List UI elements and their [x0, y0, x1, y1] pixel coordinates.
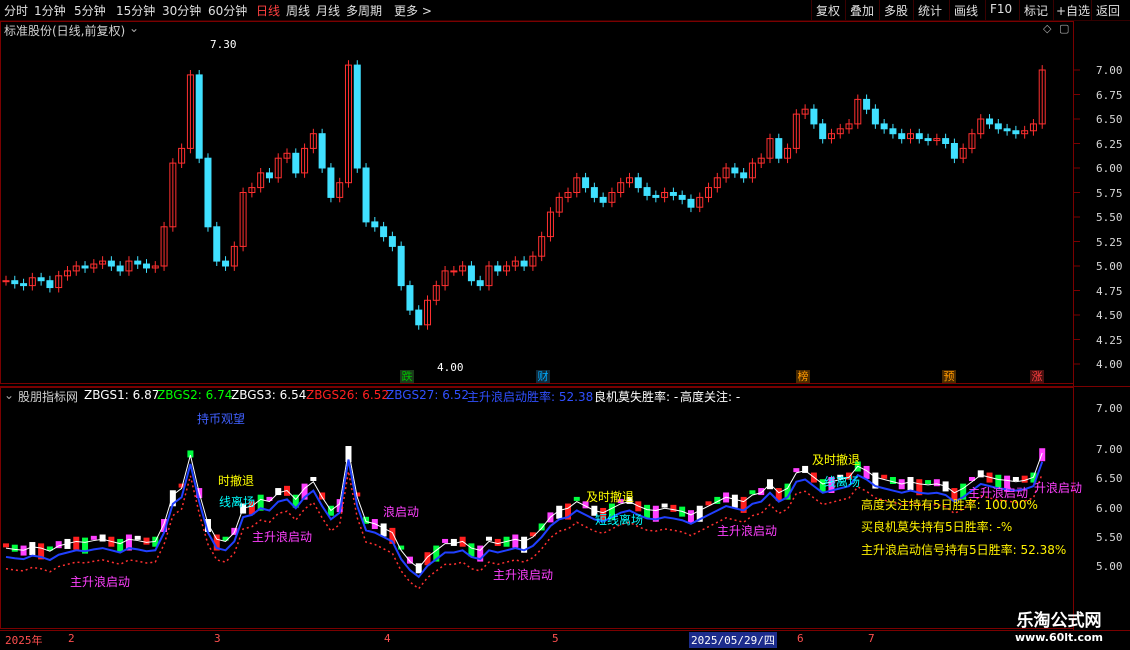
watermark-url: www.60lt.com [1014, 631, 1104, 644]
time-label: 7 [868, 632, 875, 645]
indicator-tick: 7.00 [1096, 443, 1123, 456]
ind-field-chance: 良机莫失胜率: - [594, 390, 679, 404]
indicator-name[interactable]: 股朋指标网 [18, 388, 78, 405]
indicator-tick: 6.50 [1096, 472, 1123, 485]
indicator-tick: 6.00 [1096, 502, 1123, 515]
time-label: 3 [214, 632, 221, 645]
event-marker-drop[interactable]: 跌 [400, 370, 414, 383]
stat-focus-winrate: 高度关注持有5日胜率: 100.00% [861, 498, 1038, 512]
price-tick: 5.25 [1096, 236, 1123, 249]
indicator-tick: 7.00 [1096, 402, 1123, 415]
ind-field-zbgs26: ZBGS26: 6.52 [306, 388, 390, 402]
price-tick: 5.75 [1096, 187, 1123, 200]
watermark-logo: 乐淘公式网 www.60lt.com [994, 606, 1124, 646]
watermark-title: 乐淘公式网 [1016, 611, 1102, 631]
ind-field-focus: 高度关注: - [680, 390, 741, 404]
signal-label: 线离场 [824, 475, 861, 489]
indicator-tick: 5.50 [1096, 531, 1123, 544]
indicator-tick: 5.00 [1096, 560, 1123, 573]
time-label: 6 [797, 632, 804, 645]
time-label: 5 [552, 632, 559, 645]
time-label: 2025年 [5, 634, 43, 647]
event-marker-finance[interactable]: 财 [536, 370, 550, 383]
price-tick: 4.00 [1096, 358, 1123, 371]
price-tick: 6.25 [1096, 138, 1123, 151]
price-tick: 7.00 [1096, 64, 1123, 77]
stat-launch-winrate: 主升浪启动信号持有5日胜率: 52.38% [861, 543, 1067, 557]
signal-label: 主升浪启动 [70, 575, 131, 589]
diamond-icon[interactable]: ◇ [1043, 22, 1051, 35]
price-tick: 4.75 [1096, 285, 1123, 298]
stat-chance-winrate: 买良机莫失持有5日胜率: -% [861, 520, 1013, 534]
signal-label: 浪启动 [383, 505, 420, 519]
low-price-label: 4.00 [437, 361, 464, 374]
signal-label: 线离场 [219, 495, 256, 509]
ind-field-zbgs27: ZBGS27: 6.52 [386, 388, 470, 402]
price-tick: 5.50 [1096, 211, 1123, 224]
signal-label: 短线离场 [595, 513, 644, 527]
cursor-date-label: 2025/05/29/四 [689, 632, 777, 648]
ind-field-zbgs1: ZBGS1: 6.87 [84, 388, 160, 402]
price-tick: 6.00 [1096, 162, 1123, 175]
signal-label: 及时撤退 [812, 453, 861, 467]
signal-label: 主升浪启动 [252, 530, 313, 544]
ind-field-zbgs2: ZBGS2: 6.74 [157, 388, 233, 402]
signal-label: 主升浪启动 [717, 524, 778, 538]
high-price-label: 7.30 [210, 38, 237, 51]
maximize-icon[interactable]: ▢ [1059, 22, 1069, 35]
ind-field-zbgs3: ZBGS3: 6.54 [231, 388, 307, 402]
signal-label: 持币观望 [197, 412, 246, 426]
stock-title: 标准股份(日线,前复权) [4, 24, 126, 38]
event-marker-forecast[interactable]: 预 [942, 370, 956, 383]
signal-label: 升浪启动 [1034, 481, 1083, 495]
time-label: 4 [384, 632, 391, 645]
price-tick: 5.00 [1096, 260, 1123, 273]
signal-label: 主升浪启动 [493, 568, 554, 582]
price-tick: 6.75 [1096, 89, 1123, 102]
signal-label: 时撤退 [218, 474, 255, 488]
title-dropdown-icon[interactable]: ⌄ [129, 21, 139, 35]
event-marker-rise[interactable]: 涨 [1030, 370, 1044, 383]
price-tick: 4.50 [1096, 309, 1123, 322]
price-tick: 4.25 [1096, 334, 1123, 347]
ind-field-winrate: 主升浪启动胜率: 52.38 [467, 390, 594, 404]
indicator-settings-icon[interactable]: ⌄ [4, 388, 14, 402]
price-tick: 6.50 [1096, 113, 1123, 126]
event-marker-list[interactable]: 榜 [796, 370, 810, 383]
signal-label: 及时撤退 [586, 490, 635, 504]
time-label: 2 [68, 632, 75, 645]
